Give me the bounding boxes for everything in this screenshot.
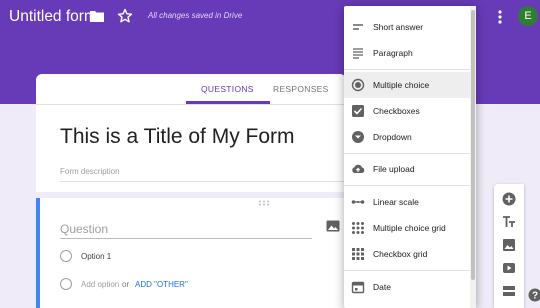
checkbox-icon — [352, 105, 364, 117]
menu-item-checkbox-grid[interactable]: Checkbox grid — [344, 241, 470, 267]
add-video-icon[interactable] — [502, 261, 516, 275]
avatar[interactable]: E — [518, 6, 538, 26]
menu-item-label: Paragraph — [373, 48, 413, 58]
menu-item-short-answer[interactable]: Short answer — [344, 14, 470, 40]
menu-item-checkboxes[interactable]: Checkboxes — [344, 98, 470, 124]
save-status: All changes saved in Drive — [148, 11, 243, 20]
star-icon[interactable] — [117, 8, 133, 24]
tabs-bar: QUESTIONS RESPONSES — [36, 74, 346, 104]
add-section-icon[interactable] — [502, 284, 516, 298]
question-type-menu: Short answer Paragraph Multiple choice C… — [344, 6, 476, 308]
add-other-button[interactable]: ADD "OTHER" — [135, 280, 188, 289]
folder-icon[interactable] — [89, 9, 105, 23]
help-icon[interactable]: ? — [528, 288, 540, 302]
menu-item-label: Date — [373, 282, 391, 292]
menu-item-label: Multiple choice grid — [373, 223, 446, 233]
menu-item-linear-scale[interactable]: Linear scale — [344, 189, 470, 215]
menu-item-label: Multiple choice — [373, 80, 430, 90]
paragraph-icon — [353, 48, 363, 59]
menu-divider — [344, 153, 470, 154]
grid-icon — [352, 222, 364, 234]
description-underline — [60, 181, 346, 182]
menu-item-paragraph[interactable]: Paragraph — [344, 40, 470, 66]
menu-item-multiple-choice-grid[interactable]: Multiple choice grid — [344, 215, 470, 241]
checkbox-grid-icon — [352, 248, 364, 260]
calendar-icon — [351, 281, 365, 294]
scrollbar-thumb[interactable] — [471, 10, 475, 280]
menu-item-label: Dropdown — [373, 132, 412, 142]
menu-item-dropdown[interactable]: Dropdown — [344, 124, 470, 150]
menu-divider — [344, 185, 470, 186]
side-toolbar — [494, 184, 524, 308]
menu-item-label: Checkboxes — [373, 106, 420, 116]
or-label: or — [122, 280, 130, 289]
add-image-icon[interactable] — [502, 238, 516, 252]
cloud-upload-icon — [352, 164, 365, 173]
tab-questions[interactable]: QUESTIONS — [201, 84, 254, 94]
add-option-radio — [60, 278, 72, 290]
question-input[interactable]: Question — [60, 222, 108, 236]
short-answer-icon — [353, 24, 363, 30]
form-title[interactable]: This is a Title of My Form — [60, 125, 295, 149]
add-option-button[interactable]: Add option — [81, 280, 119, 289]
dropdown-icon — [352, 131, 364, 143]
svg-text:?: ? — [532, 291, 538, 302]
form-title-card: This is a Title of My Form Form descript… — [36, 104, 346, 192]
image-icon[interactable] — [326, 220, 340, 232]
option-radio — [60, 250, 72, 262]
linear-scale-icon — [351, 200, 365, 204]
add-title-icon[interactable] — [502, 215, 516, 229]
radio-button-icon — [351, 78, 365, 92]
menu-scrollbar[interactable] — [470, 6, 476, 308]
menu-item-label: Linear scale — [373, 197, 419, 207]
menu-divider — [344, 69, 470, 70]
menu-item-label: Short answer — [373, 22, 424, 32]
add-question-icon[interactable] — [502, 192, 516, 206]
menu-item-date[interactable]: Date — [344, 274, 470, 300]
menu-divider — [344, 270, 470, 271]
menu-item-file-upload[interactable]: File upload — [344, 156, 470, 182]
question-underline — [60, 238, 312, 239]
option-1-label[interactable]: Option 1 — [81, 252, 111, 261]
form-description-field[interactable]: Form description — [60, 167, 120, 176]
question-card[interactable]: Question Option 1 Add option or ADD "OTH… — [36, 198, 346, 308]
tab-responses[interactable]: RESPONSES — [273, 84, 329, 94]
app-title[interactable]: Untitled form — [9, 8, 97, 26]
menu-item-label: Checkbox grid — [373, 249, 428, 259]
more-vert-icon[interactable] — [494, 8, 506, 26]
menu-item-multiple-choice[interactable]: Multiple choice — [344, 72, 470, 98]
drag-handle-icon[interactable] — [258, 200, 270, 206]
menu-item-label: File upload — [373, 164, 415, 174]
